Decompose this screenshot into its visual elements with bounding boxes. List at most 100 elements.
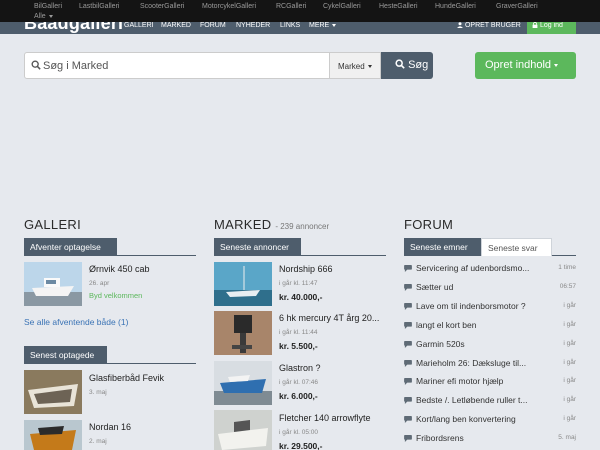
forum-topic-time: i går: [563, 377, 576, 384]
main-navbar: Baadgalleri GALLERI MARKED FORUM NYHEDER…: [0, 22, 600, 34]
create-content-button[interactable]: Opret indhold: [475, 52, 576, 79]
boat-thumbnail[interactable]: [24, 420, 82, 450]
network-link-alle[interactable]: Alle: [34, 13, 53, 20]
search-icon: [31, 60, 41, 70]
listing-title[interactable]: 6 hk mercury 4T årg 20...: [279, 313, 384, 323]
boat-thumbnail[interactable]: [24, 262, 82, 306]
forum-topic[interactable]: Fribordsrens 5. maj: [404, 433, 576, 445]
listing-price: kr. 29.500,-: [279, 441, 323, 450]
listing-title[interactable]: Fletcher 140 arrowflyte: [279, 413, 384, 423]
galleri-latest-title[interactable]: Nordan 16: [89, 422, 189, 432]
search-category-label: Marked: [338, 62, 365, 71]
comment-icon: [404, 416, 412, 423]
forum-topic[interactable]: Bedste /. Letløbende ruller t... i går: [404, 395, 576, 407]
galleri-latest-date: 2. maj: [89, 438, 107, 445]
forum-topic[interactable]: Servicering af udenbordsmo... 1 time: [404, 263, 576, 275]
forum-topic[interactable]: Marieholm 26: Dæksluge til... i går: [404, 358, 576, 370]
tab-afventer-optagelse[interactable]: Afventer optagelse: [24, 238, 117, 256]
forum-topic-title[interactable]: Marieholm 26: Dæksluge til...: [416, 358, 552, 368]
tab-senest-optagede[interactable]: Senest optagede: [24, 346, 107, 364]
forum-topic-title[interactable]: Garmin 520s: [416, 339, 552, 349]
marked-tabbar: Seneste annoncer: [214, 238, 386, 256]
search-category-dropdown[interactable]: Marked: [330, 52, 381, 79]
listing-time: i går kl. 07:46: [279, 379, 319, 386]
forum-topic[interactable]: Mariner efi motor hjælp i går: [404, 376, 576, 388]
chevron-down-icon: [554, 63, 559, 67]
forum-topic-time: 06:57: [559, 283, 576, 290]
forum-topic-title[interactable]: Kort/lang ben konvertering: [416, 414, 552, 424]
network-link-hundegalleri[interactable]: HundeGalleri: [435, 3, 476, 10]
search-field[interactable]: [24, 52, 330, 79]
galleri-latest-title[interactable]: Glasfiberbåd Fevik: [89, 373, 189, 383]
forum-topic-time: i går: [563, 340, 576, 347]
network-link-lastbilgalleri[interactable]: LastbilGalleri: [79, 3, 119, 10]
site-logo[interactable]: Baadgalleri: [24, 22, 123, 34]
forum-topic[interactable]: Lave om til indenborsmotor ? i går: [404, 301, 576, 313]
comment-icon: [404, 435, 412, 442]
forum-topic-time: i går: [563, 321, 576, 328]
forum-topic[interactable]: Kort/lang ben konvertering i går: [404, 414, 576, 426]
listing-thumbnail[interactable]: [214, 311, 272, 355]
listing-thumbnail[interactable]: [214, 361, 272, 405]
forum-topic-title[interactable]: Mariner efi motor hjælp: [416, 376, 552, 386]
forum-topic[interactable]: langt el kort ben i går: [404, 320, 576, 332]
nav-forum[interactable]: FORUM: [200, 22, 226, 29]
forum-topic-title[interactable]: Servicering af udenbordsmo...: [416, 263, 552, 273]
network-link-motorcykelgalleri[interactable]: MotorcykelGalleri: [202, 3, 256, 10]
forum-topic-title[interactable]: Fribordsrens: [416, 433, 552, 443]
user-icon: [457, 22, 463, 29]
forum-topic-time: i går: [563, 302, 576, 309]
search-button[interactable]: Søg: [381, 52, 433, 79]
boat-thumbnail[interactable]: [24, 370, 82, 414]
forum-topic-time: i går: [563, 359, 576, 366]
see-all-pending-link[interactable]: Se alle afventende både (1): [24, 317, 128, 327]
tab-seneste-emner[interactable]: Seneste emner: [404, 238, 481, 256]
network-link-scootergalleri[interactable]: ScooterGalleri: [140, 3, 184, 10]
network-link-hestegalleri[interactable]: HesteGalleri: [379, 3, 418, 10]
marked-count: - 239 annoncer: [275, 222, 330, 231]
forum-topic-time: i går: [563, 415, 576, 422]
listing-time: i går kl. 11:47: [279, 280, 318, 287]
nav-mere[interactable]: MERE: [309, 22, 337, 29]
listing-thumbnail[interactable]: [214, 262, 272, 306]
nav-marked[interactable]: MARKED: [161, 22, 191, 29]
listing-price: kr. 5.500,-: [279, 341, 318, 351]
forum-topic[interactable]: Garmin 520s i går: [404, 339, 576, 351]
network-link-gravergalleri[interactable]: GraverGalleri: [496, 3, 538, 10]
network-link-cykelgalleri[interactable]: CykelGalleri: [323, 3, 361, 10]
site-network-bar: BilGalleri LastbilGalleri ScooterGalleri…: [0, 0, 600, 22]
register-link[interactable]: OPRET BRUGER: [457, 22, 521, 29]
tab-seneste-annoncer[interactable]: Seneste annoncer: [214, 238, 301, 256]
nav-galleri[interactable]: GALLERI: [124, 22, 154, 29]
marked-heading: MARKED - 239 annoncer: [214, 217, 329, 232]
network-link-bilgalleri[interactable]: BilGalleri: [34, 3, 62, 10]
tab-seneste-svar[interactable]: Seneste svar: [481, 238, 552, 256]
galleri-pending-tabbar: Afventer optagelse: [24, 238, 196, 256]
listing-price: kr. 40.000,-: [279, 292, 323, 302]
listing-price: kr. 6.000,-: [279, 391, 318, 401]
galleri-pending-date: 26. apr: [89, 280, 110, 287]
galleri-latest-tabbar: Senest optagede: [24, 346, 196, 364]
network-link-rcgalleri[interactable]: RCGalleri: [276, 3, 306, 10]
galleri-heading: GALLERI: [24, 217, 82, 232]
comment-icon: [404, 378, 412, 385]
comment-icon: [404, 360, 412, 367]
search-input[interactable]: [43, 53, 323, 78]
forum-topic[interactable]: Sætter ud 06:57: [404, 282, 576, 294]
comment-icon: [404, 397, 412, 404]
listing-thumbnail[interactable]: [214, 410, 272, 450]
marked-title: MARKED: [214, 217, 272, 232]
forum-topic-title[interactable]: Sætter ud: [416, 282, 552, 292]
forum-topic-title[interactable]: Bedste /. Letløbende ruller t...: [416, 395, 552, 405]
forum-topic-title[interactable]: Lave om til indenborsmotor ?: [416, 301, 552, 311]
forum-heading: FORUM: [404, 217, 454, 232]
listing-title[interactable]: Glastron ?: [279, 363, 384, 373]
welcome-link[interactable]: Byd velkommen: [89, 291, 142, 300]
galleri-pending-title[interactable]: Ørnvik 450 cab: [89, 264, 189, 274]
lock-icon: [532, 22, 538, 29]
listing-title[interactable]: Nordship 666: [279, 264, 384, 274]
nav-nyheder[interactable]: NYHEDER: [236, 22, 270, 29]
nav-links[interactable]: LINKS: [280, 22, 300, 29]
forum-topic-title[interactable]: langt el kort ben: [416, 320, 552, 330]
login-button[interactable]: Log ind: [527, 22, 576, 34]
